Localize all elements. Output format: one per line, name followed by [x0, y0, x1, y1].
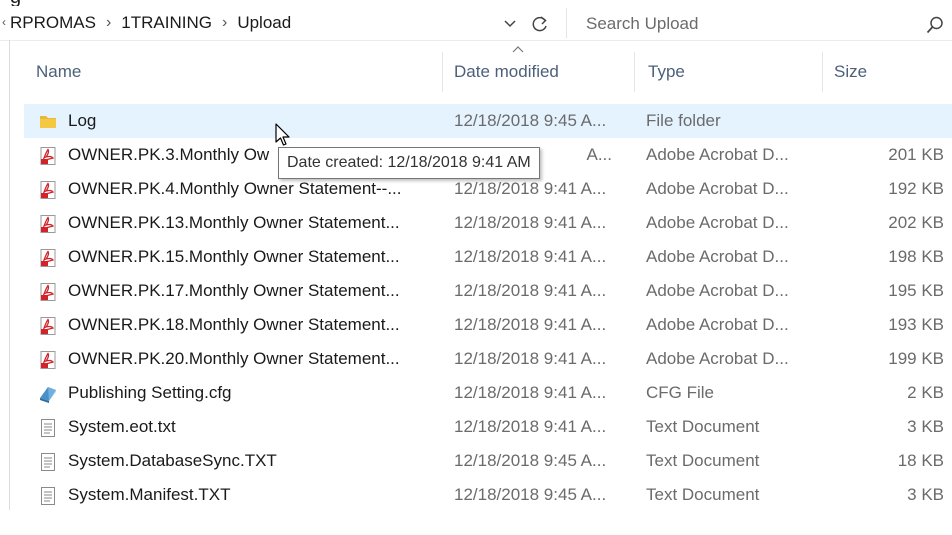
file-type: Adobe Acrobat D... [646, 349, 789, 368]
file-row[interactable]: OWNER.PK.18.Monthly Owner Statement... 12… [24, 308, 952, 342]
file-name: Log [68, 111, 97, 130]
file-type: Text Document [646, 485, 760, 504]
file-size: 3 KB [907, 485, 944, 504]
search-input[interactable] [576, 10, 944, 38]
file-size: 18 KB [897, 451, 944, 470]
file-row[interactable]: System.DatabaseSync.TXT 12/18/2018 9:45 A… [24, 444, 952, 478]
file-size: 199 KB [888, 349, 944, 368]
file-row[interactable]: Log 12/18/2018 9:45 A... File folder [24, 104, 952, 138]
file-row[interactable]: OWNER.PK.15.Monthly Owner Statement... 12… [24, 240, 952, 274]
file-date-modified: 12/18/2018 9:41 A... [454, 417, 607, 436]
file-type: Adobe Acrobat D... [646, 315, 789, 334]
file-name: OWNER.PK.17.Monthly Owner Statement... [68, 281, 400, 300]
file-date-modified: 12/18/2018 9:41 A... [454, 315, 607, 334]
file-name: OWNER.PK.15.Monthly Owner Statement... [68, 247, 400, 266]
chevron-down-icon[interactable] [504, 19, 516, 29]
column-divider[interactable] [822, 52, 823, 92]
file-type: Adobe Acrobat D... [646, 213, 789, 232]
text-file-icon [38, 418, 58, 438]
file-size: 192 KB [888, 179, 944, 198]
file-date-modified: 12/18/2018 9:45 A... [454, 451, 607, 470]
file-type: CFG File [646, 383, 714, 402]
file-type: Adobe Acrobat D... [646, 281, 789, 300]
file-row[interactable]: System.Manifest.TXT 12/18/2018 9:45 A... T… [24, 478, 952, 512]
file-date-modified: 12/18/2018 9:45 A... [454, 485, 607, 504]
file-name: OWNER.PK.13.Monthly Owner Statement... [68, 213, 400, 232]
pdf-icon [38, 214, 58, 234]
file-type: Adobe Acrobat D... [646, 179, 789, 198]
file-size: 198 KB [888, 247, 944, 266]
file-size: 3 KB [907, 417, 944, 436]
column-divider[interactable] [634, 52, 635, 92]
config-file-icon [38, 384, 58, 404]
text-file-icon [38, 452, 58, 472]
file-name: System.Manifest.TXT [68, 485, 231, 504]
column-header-type[interactable]: Type [648, 52, 685, 92]
file-row[interactable]: OWNER.PK.17.Monthly Owner Statement... 12… [24, 274, 952, 308]
file-date-modified: 12/18/2018 9:45 A... [454, 111, 607, 130]
column-header-date-modified[interactable]: Date modified [454, 52, 559, 92]
file-date-modified: 12/18/2018 9:41 A... [454, 247, 607, 266]
file-size: 202 KB [888, 213, 944, 232]
file-name: OWNER.PK.18.Monthly Owner Statement... [68, 315, 400, 334]
file-date-modified: 12/18/2018 9:41 A... [454, 213, 607, 232]
file-type: Adobe Acrobat D... [646, 247, 789, 266]
file-type: Text Document [646, 417, 760, 436]
column-header-name[interactable]: Name [36, 52, 81, 92]
pdf-icon [38, 282, 58, 302]
breadcrumb-item-rpromas[interactable]: RPROMAS [10, 13, 96, 33]
breadcrumb-overflow-icon[interactable]: ‹ [2, 15, 6, 29]
file-row[interactable]: OWNER.PK.20.Monthly Owner Statement... 12… [24, 342, 952, 376]
column-header-size[interactable]: Size [834, 52, 867, 92]
file-name: OWNER.PK.20.Monthly Owner Statement... [68, 349, 400, 368]
tooltip: Date created: 12/18/2018 9:41 AM [278, 147, 540, 179]
column-divider[interactable] [442, 52, 443, 92]
address-bar: ‹ RPROMAS › 1TRAINING › Upload [0, 6, 952, 41]
pdf-icon [38, 248, 58, 268]
file-size: 201 KB [888, 145, 944, 164]
file-type: Adobe Acrobat D... [646, 145, 789, 164]
search-divider [566, 8, 567, 38]
pdf-icon [38, 316, 58, 336]
navigation-pane-edge [9, 40, 10, 510]
breadcrumb-item-upload[interactable]: Upload [237, 13, 291, 33]
mouse-cursor-icon [275, 123, 290, 146]
breadcrumb-separator[interactable]: › [222, 14, 227, 32]
file-row[interactable]: OWNER.PK.13.Monthly Owner Statement... 12… [24, 206, 952, 240]
file-name: System.eot.txt [68, 417, 176, 436]
column-header-row: Name Date modified Type Size [24, 52, 952, 92]
file-type: Text Document [646, 451, 760, 470]
file-name: Publishing Setting.cfg [68, 383, 232, 402]
search-icon[interactable] [926, 16, 944, 34]
breadcrumb-separator[interactable]: › [106, 14, 111, 32]
folder-icon [38, 112, 58, 132]
file-date-modified: 12/18/2018 9:41 A... [454, 349, 607, 368]
file-size: 195 KB [888, 281, 944, 300]
breadcrumb[interactable]: ‹ RPROMAS › 1TRAINING › Upload [0, 6, 490, 40]
sort-ascending-icon [512, 46, 524, 53]
file-date-modified: 12/18/2018 9:41 A... [454, 383, 607, 402]
pdf-icon [38, 180, 58, 200]
file-name: System.DatabaseSync.TXT [68, 451, 277, 470]
file-size [834, 104, 944, 138]
file-size: 193 KB [888, 315, 944, 334]
file-row[interactable]: Publishing Setting.cfg 12/18/2018 9:41 A.… [24, 376, 952, 410]
pdf-icon [38, 146, 58, 166]
breadcrumb-item-1training[interactable]: 1TRAINING [121, 13, 212, 33]
file-row[interactable]: System.eot.txt 12/18/2018 9:41 A... Text D… [24, 410, 952, 444]
file-type: File folder [646, 111, 721, 130]
file-size: 2 KB [907, 383, 944, 402]
text-file-icon [38, 486, 58, 506]
refresh-icon[interactable] [530, 14, 550, 34]
file-date-modified: 12/18/2018 9:41 A... [454, 281, 607, 300]
pdf-icon [38, 350, 58, 370]
